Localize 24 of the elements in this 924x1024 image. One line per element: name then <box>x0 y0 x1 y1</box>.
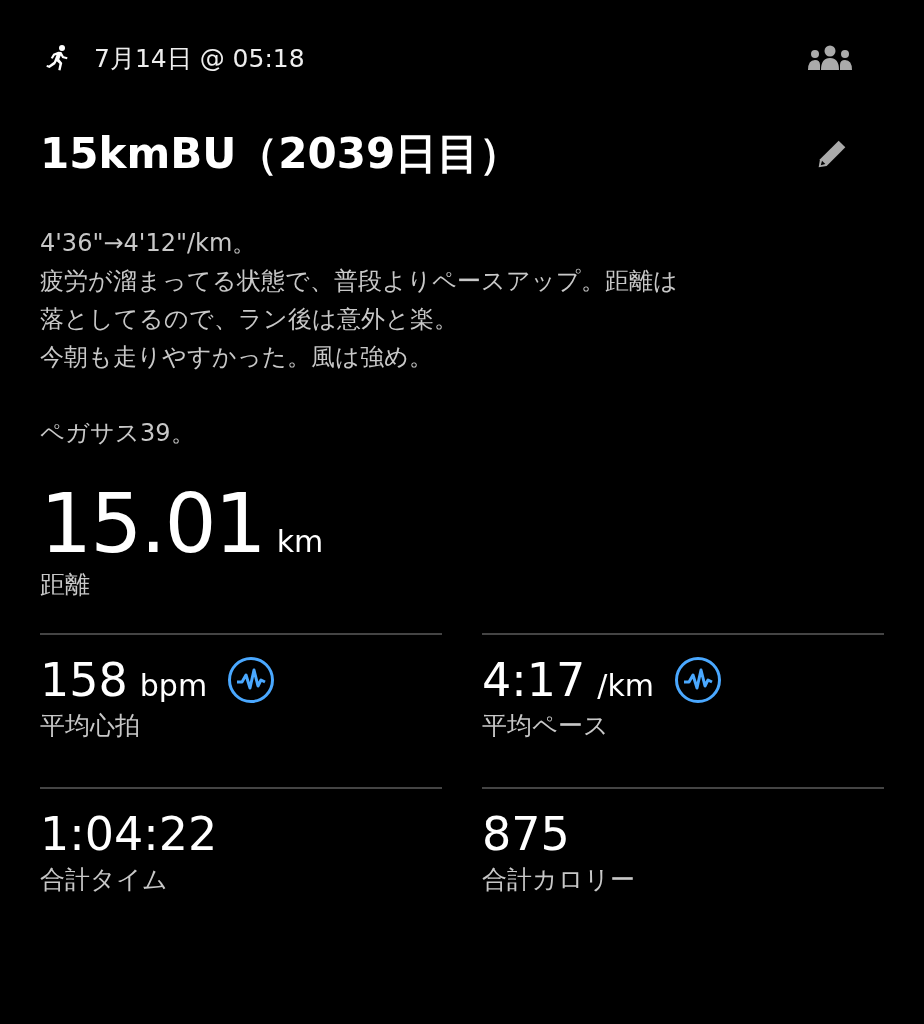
stat-unit: /km <box>597 667 655 703</box>
stat-unit: bpm <box>139 667 208 703</box>
description-line: 今朝も走りやすかった。風は強め。 <box>40 342 434 373</box>
stat-value: 4:17 <box>482 653 586 707</box>
stat-label: 合計カロリー <box>482 864 636 896</box>
stat-label: 合計タイム <box>40 864 169 896</box>
heartbeat-icon[interactable] <box>227 656 276 704</box>
description-line: ペガサス39。 <box>40 418 196 449</box>
distance-label: 距離 <box>40 569 91 601</box>
stat-value: 875 <box>482 807 570 861</box>
stat-label: 平均ペース <box>482 710 610 742</box>
stat-value: 158 <box>40 653 128 707</box>
group-icon[interactable] <box>806 45 854 71</box>
stat-value: 1:04:22 <box>40 807 218 861</box>
activity-title: 15kmBU（2039日目） <box>40 128 522 180</box>
distance-unit: km <box>276 524 324 559</box>
description-line: 4'36"→4'12"/km。 <box>40 228 258 259</box>
description-line: 落としてるので、ラン後は意外と楽。 <box>40 304 459 335</box>
pencil-icon[interactable] <box>816 138 848 170</box>
activity-date: 7月14日 @ 05:18 <box>94 42 305 75</box>
distance-value: 15.01 <box>40 476 265 571</box>
heartbeat-icon[interactable] <box>674 656 723 704</box>
stat-label: 平均心拍 <box>40 710 141 742</box>
description-line: 疲労が溜まってる状態で、普段よりペースアップ。距離は <box>40 266 679 297</box>
